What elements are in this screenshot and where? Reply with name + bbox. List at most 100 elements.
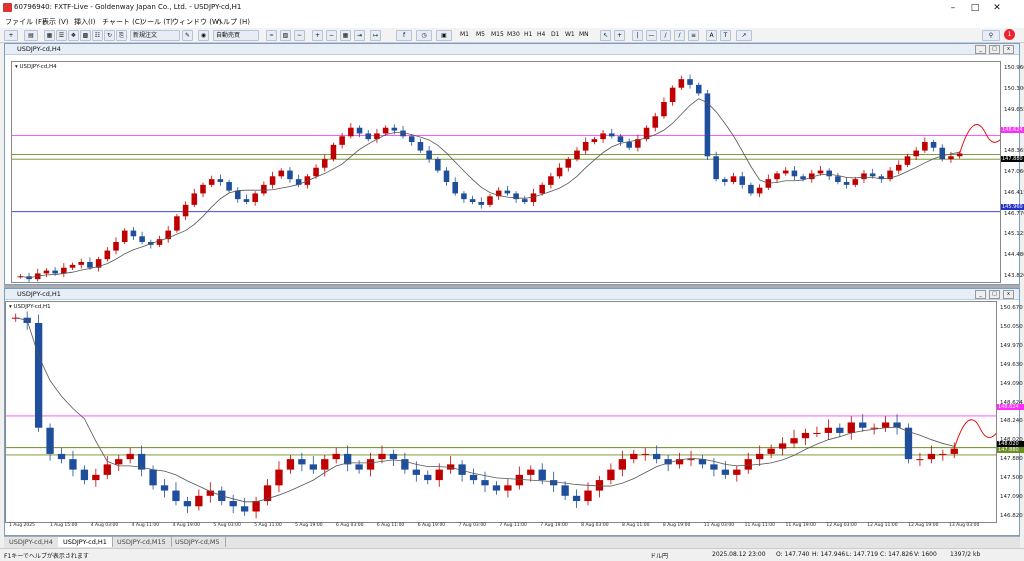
candle-body-36: [424, 474, 432, 481]
menu-file[interactable]: ファイル (F): [5, 17, 45, 27]
tab-usdjpy-h1[interactable]: USDJPY-cd,H1: [58, 537, 113, 547]
menu-view[interactable]: 表示 (V): [42, 17, 68, 27]
candle-body-40: [469, 474, 478, 481]
indicators-icon[interactable]: f: [396, 30, 412, 41]
channel-icon[interactable]: ∕: [674, 30, 685, 41]
tf-m1[interactable]: M1: [460, 30, 469, 40]
profiles-icon[interactable]: ▤: [24, 30, 38, 41]
arrows-icon[interactable]: ↗: [736, 30, 752, 41]
horizontal-line-icon[interactable]: —: [646, 30, 657, 41]
print-icon[interactable]: ⎘: [116, 30, 127, 41]
signals-icon[interactable]: ◉: [198, 30, 209, 41]
chart-window-h4[interactable]: USDJPY-cd,H4 _ □ x ▾ USDJPY-cd,H4 150.96…: [4, 43, 1024, 285]
tab-usdjpy-h4[interactable]: USDJPY-cd,H4: [4, 537, 59, 547]
candle-body-20: [191, 193, 198, 205]
tf-w1[interactable]: W1: [565, 30, 575, 40]
window-title: 60796940: FXTF-Live - Goldenway Japan Co…: [14, 3, 242, 11]
candle-body-25: [298, 459, 306, 465]
tab-usdjpy-m15[interactable]: USDJPY-cd,M15: [112, 537, 172, 547]
maximize-icon[interactable]: □: [968, 2, 982, 14]
candle-body-21: [252, 501, 260, 512]
menu-help[interactable]: ヘルプ (H): [216, 17, 250, 27]
status-open: O: 147.740: [776, 551, 810, 558]
metaeditor-icon[interactable]: ✎: [182, 30, 193, 41]
cursor-icon[interactable]: ↖: [600, 30, 611, 41]
candle-body-46: [538, 469, 546, 481]
line-chart-icon[interactable]: ∼: [294, 30, 305, 41]
candle-body-80: [927, 453, 936, 460]
chart-shift-icon[interactable]: ↦: [370, 30, 381, 41]
candle-body-26: [309, 464, 317, 470]
market-watch-icon[interactable]: ▦: [44, 30, 55, 41]
new-order-button[interactable]: 新規注文: [130, 30, 180, 41]
candle-body-104: [922, 142, 928, 151]
menu-tools[interactable]: ツール (T): [140, 17, 173, 27]
crosshair-icon[interactable]: +: [614, 30, 625, 41]
minimize-icon[interactable]: –: [946, 2, 960, 14]
trendline-icon[interactable]: /: [660, 30, 671, 41]
navigator-icon[interactable]: ❖: [68, 30, 79, 41]
window-restore-icon[interactable]: □: [989, 45, 1000, 54]
candle-body-63: [565, 159, 572, 168]
candle-body-62: [721, 469, 730, 475]
menu-window[interactable]: ウィンドウ (W): [172, 17, 222, 27]
templates-icon[interactable]: ▣: [436, 30, 452, 41]
menu-chart[interactable]: チャート (C): [102, 17, 143, 27]
autoscroll-icon[interactable]: ⇥: [354, 30, 365, 41]
candle-body-96: [852, 179, 859, 185]
candle-body-49: [572, 495, 581, 502]
window-restore-icon-h1[interactable]: □: [989, 290, 1000, 299]
window-close-icon-h1[interactable]: x: [1003, 290, 1014, 299]
strategy-tester-icon[interactable]: ☷: [92, 30, 103, 41]
window-close-icon[interactable]: x: [1003, 45, 1014, 54]
candle-body-98: [869, 173, 876, 177]
time-tick-14: 8 Aug 03:00: [581, 523, 609, 528]
time-tick-15: 8 Aug 11:00: [622, 523, 650, 528]
window-minimize-icon-h1[interactable]: _: [975, 290, 986, 299]
zoom-in-icon[interactable]: +: [312, 30, 323, 41]
candle-chart-icon[interactable]: ▧: [280, 30, 291, 41]
menu-bar: ファイル (F) 表示 (V) 挿入(I) チャート (C) ツール (T) ウ…: [0, 16, 1024, 28]
candle-body-56: [504, 190, 511, 194]
price-tick-4: 149.090: [1000, 380, 1023, 387]
notification-icon[interactable]: 1: [1004, 29, 1015, 40]
close-icon[interactable]: ✕: [990, 2, 1004, 14]
fibonacci-icon[interactable]: ≡: [688, 30, 699, 41]
time-tick-12: 7 Aug 11:00: [499, 523, 527, 528]
chart-window-h1[interactable]: USDJPY-cd,H1 _ □ x ▾ USDJPY-cd,H1 150.67…: [4, 288, 1024, 536]
candle-body-4: [57, 453, 66, 460]
tf-m15[interactable]: M15: [491, 30, 504, 40]
tf-h1[interactable]: H1: [524, 30, 532, 40]
status-close: C: 147.826: [880, 551, 913, 558]
tf-h4[interactable]: H4: [537, 30, 545, 40]
tf-m30[interactable]: M30: [507, 30, 520, 40]
vertical-line-icon[interactable]: |: [632, 30, 643, 41]
history-icon[interactable]: ↻: [104, 30, 115, 41]
data-window-icon[interactable]: ☰: [56, 30, 67, 41]
tf-mn[interactable]: MN: [579, 30, 589, 40]
candle-body-77: [687, 79, 693, 85]
search-icon[interactable]: ⚲: [982, 30, 1000, 41]
candle-body-37: [435, 469, 443, 481]
tf-m5[interactable]: M5: [476, 30, 485, 40]
tile-windows-icon[interactable]: ▦: [340, 30, 351, 41]
window-minimize-icon[interactable]: _: [975, 45, 986, 54]
menu-insert[interactable]: 挿入(I): [74, 17, 96, 27]
candle-body-79: [916, 459, 924, 461]
text-icon[interactable]: A: [706, 30, 717, 41]
tab-usdjpy-m5[interactable]: USDJPY-cd,M5: [170, 537, 226, 547]
bar-chart-icon[interactable]: ┅: [266, 30, 277, 41]
tf-d1[interactable]: D1: [551, 30, 559, 40]
time-tick-7: 5 Aug 19:00: [295, 523, 323, 528]
time-tick-3: 4 Aug 11:00: [131, 523, 160, 528]
periods-icon[interactable]: ◷: [416, 30, 432, 41]
label-icon[interactable]: T: [720, 30, 731, 41]
terminal-icon[interactable]: ▩: [80, 30, 91, 41]
price-chart-area[interactable]: ▾ USDJPY-cd,H4: [11, 61, 1001, 283]
candle-body-5: [69, 459, 77, 470]
zoom-out-icon[interactable]: −: [326, 30, 337, 41]
auto-trade-button[interactable]: 自動売買: [213, 30, 259, 41]
new-chart-icon[interactable]: +: [4, 30, 18, 41]
price-chart-area-h1[interactable]: ▾ USDJPY-cd,H1: [5, 301, 997, 523]
candle-body-97: [861, 173, 867, 180]
